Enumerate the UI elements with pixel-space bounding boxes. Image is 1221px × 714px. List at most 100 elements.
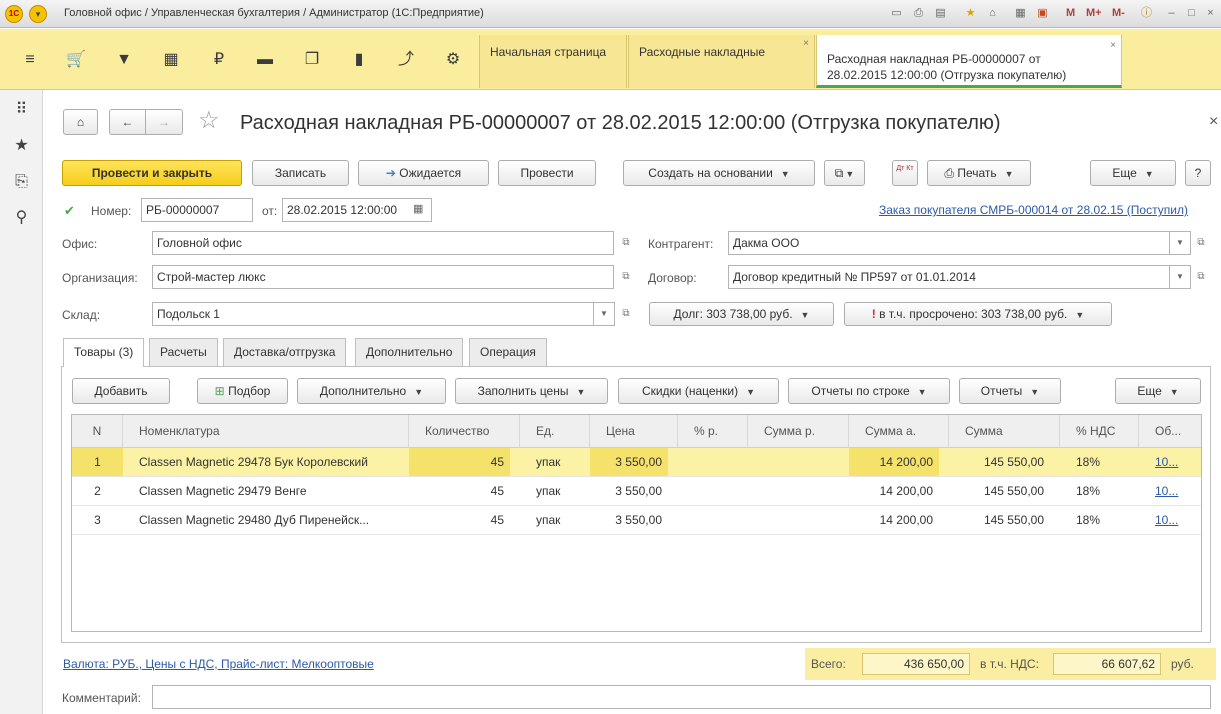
- create-based-on-button[interactable]: Создать на основании ▼: [623, 160, 815, 186]
- favorite-star-icon[interactable]: ☆: [198, 106, 220, 135]
- documents-icon[interactable]: ❐: [292, 29, 332, 90]
- print-icon[interactable]: ⎙: [910, 5, 927, 22]
- trend-icon[interactable]: ⤴: [386, 29, 426, 90]
- memory-add-button[interactable]: M+: [1086, 7, 1102, 19]
- column-header-ob[interactable]: Об...: [1139, 415, 1201, 448]
- open-icon[interactable]: ⧉: [616, 267, 636, 287]
- calendar-picker-icon[interactable]: ▦: [413, 202, 423, 215]
- tab-additional[interactable]: Дополнительно: [355, 338, 464, 366]
- close-tab-icon[interactable]: ×: [803, 38, 809, 49]
- customer-order-link[interactable]: Заказ покупателя СМРБ-000014 от 28.02.15…: [879, 203, 1188, 217]
- post-and-close-button[interactable]: Провести и закрыть: [62, 160, 242, 186]
- back-button[interactable]: ←: [109, 109, 146, 135]
- tab-goods[interactable]: Товары (3): [63, 338, 145, 367]
- calendar-icon[interactable]: ▣: [1034, 5, 1051, 22]
- debt-button[interactable]: Долг: 303 738,00 руб. ▼: [649, 302, 834, 326]
- chevron-down-icon[interactable]: ▼: [593, 302, 615, 326]
- minimize-icon[interactable]: –: [1163, 5, 1180, 22]
- office-field[interactable]: Головной офис: [152, 231, 614, 255]
- column-header-sum[interactable]: Сумма: [949, 415, 1060, 448]
- row-reports-button[interactable]: Отчеты по строке ▼: [788, 378, 950, 404]
- table-row[interactable]: 3 Classen Magnetic 29480 Дуб Пиренейск..…: [72, 506, 1201, 535]
- cell-ob-link[interactable]: 10...: [1149, 506, 1201, 534]
- save-icon[interactable]: ▭: [888, 5, 905, 22]
- number-field[interactable]: РБ-00000007: [141, 198, 253, 222]
- chevron-down-icon[interactable]: ▼: [1169, 265, 1191, 289]
- maximize-icon[interactable]: □: [1183, 5, 1200, 22]
- column-header-pct-r[interactable]: % р.: [678, 415, 748, 448]
- comment-field[interactable]: [152, 685, 1211, 709]
- calculator-icon[interactable]: ▦: [1012, 5, 1029, 22]
- tab-invoices-list[interactable]: Расходные накладные ×: [628, 35, 815, 88]
- close-window-icon[interactable]: ×: [1202, 5, 1219, 22]
- organization-field[interactable]: Строй-мастер люкс: [152, 265, 614, 289]
- column-header-qty[interactable]: Количество: [409, 415, 520, 448]
- preview-icon[interactable]: ▤: [932, 5, 949, 22]
- main-menu-icon[interactable]: ▾: [29, 5, 47, 23]
- tab-operation[interactable]: Операция: [469, 338, 547, 366]
- cart-icon[interactable]: 🛒: [56, 29, 96, 90]
- tab-current-document[interactable]: Расходная накладная РБ-00000007 от 28.02…: [816, 35, 1122, 88]
- column-header-sum-r[interactable]: Сумма р.: [748, 415, 849, 448]
- save-button[interactable]: Записать: [252, 160, 349, 186]
- star-icon[interactable]: ★: [0, 128, 43, 164]
- overdue-debt-button[interactable]: ! в т.ч. просрочено: 303 738,00 руб. ▼: [844, 302, 1112, 326]
- column-header-sum-a[interactable]: Сумма а.: [849, 415, 949, 448]
- related-documents-button[interactable]: ⧉ ▼: [824, 160, 865, 186]
- home-icon[interactable]: ⌂: [984, 5, 1001, 22]
- warehouse-field[interactable]: Подольск 1: [152, 302, 594, 326]
- add-row-button[interactable]: Добавить: [72, 378, 170, 404]
- post-button[interactable]: Провести: [498, 160, 596, 186]
- print-button[interactable]: ⎙ Печать ▼: [927, 160, 1031, 186]
- open-icon[interactable]: ⧉: [616, 233, 636, 253]
- currency-prices-link[interactable]: Валюта: РУБ., Цены с НДС, Прайс-лист: Ме…: [63, 657, 374, 671]
- column-header-vat[interactable]: % НДС: [1060, 415, 1139, 448]
- tab-delivery[interactable]: Доставка/отгрузка: [223, 338, 347, 366]
- pick-button[interactable]: ⊞ Подбор: [197, 378, 288, 404]
- tab-payments[interactable]: Расчеты: [149, 338, 218, 366]
- gear-icon[interactable]: ⚙: [433, 29, 473, 90]
- menu-icon[interactable]: ≡: [10, 29, 50, 90]
- tab-home-page[interactable]: Начальная страница: [479, 35, 627, 88]
- table-additional-button[interactable]: Дополнительно ▼: [297, 378, 446, 404]
- history-icon[interactable]: ⎘: [0, 164, 43, 200]
- forward-button[interactable]: →: [145, 109, 183, 135]
- chevron-down-icon[interactable]: ▼: [1169, 231, 1191, 255]
- expected-button[interactable]: ➔ Ожидается: [358, 160, 489, 186]
- table-more-button[interactable]: Еще ▼: [1115, 378, 1201, 404]
- open-icon[interactable]: ⧉: [1191, 233, 1211, 253]
- ruble-icon[interactable]: ₽: [199, 29, 239, 90]
- memory-subtract-button[interactable]: M-: [1112, 7, 1125, 19]
- bag-icon[interactable]: ▼: [104, 29, 144, 90]
- info-icon[interactable]: ⓘ: [1138, 5, 1155, 22]
- search-icon[interactable]: ⚲: [0, 200, 43, 236]
- more-button[interactable]: Еще ▼: [1090, 160, 1176, 186]
- memory-store-button[interactable]: M: [1066, 7, 1075, 19]
- reports-button[interactable]: Отчеты ▼: [959, 378, 1061, 404]
- discounts-button[interactable]: Скидки (наценки) ▼: [618, 378, 779, 404]
- cell-ob-link[interactable]: 10...: [1149, 448, 1201, 476]
- dt-kt-button[interactable]: Дт Кт: [892, 160, 918, 186]
- contractor-field[interactable]: Дакма ООО: [728, 231, 1170, 255]
- truck-icon[interactable]: ▬: [245, 29, 285, 90]
- apps-icon[interactable]: ⠿: [0, 92, 43, 128]
- favorites-add-icon[interactable]: ★: [962, 5, 979, 22]
- bar-chart-icon[interactable]: ▮: [339, 29, 379, 90]
- contract-field[interactable]: Договор кредитный № ПР597 от 01.01.2014: [728, 265, 1170, 289]
- column-header-unit[interactable]: Ед.: [520, 415, 590, 448]
- column-header-n[interactable]: N: [72, 415, 123, 448]
- close-tab-icon[interactable]: ×: [1110, 38, 1116, 54]
- cell-ob-link[interactable]: 10...: [1149, 477, 1201, 505]
- fill-prices-button[interactable]: Заполнить цены ▼: [455, 378, 608, 404]
- help-button[interactable]: ?: [1185, 160, 1211, 186]
- open-icon[interactable]: ⧉: [616, 304, 636, 324]
- home-button[interactable]: ⌂: [63, 109, 98, 135]
- grid-icon[interactable]: ▦: [151, 29, 191, 90]
- close-document-icon[interactable]: ×: [1209, 113, 1218, 131]
- table-row[interactable]: 2 Classen Magnetic 29479 Венге 45 упак 3…: [72, 477, 1201, 506]
- open-icon[interactable]: ⧉: [1191, 267, 1211, 287]
- table-row[interactable]: 1 Classen Magnetic 29478 Бук Королевский…: [72, 448, 1201, 477]
- date-field[interactable]: 28.02.2015 12:00:00: [282, 198, 432, 222]
- column-header-price[interactable]: Цена: [590, 415, 678, 448]
- column-header-item[interactable]: Номенклатура: [123, 415, 409, 448]
